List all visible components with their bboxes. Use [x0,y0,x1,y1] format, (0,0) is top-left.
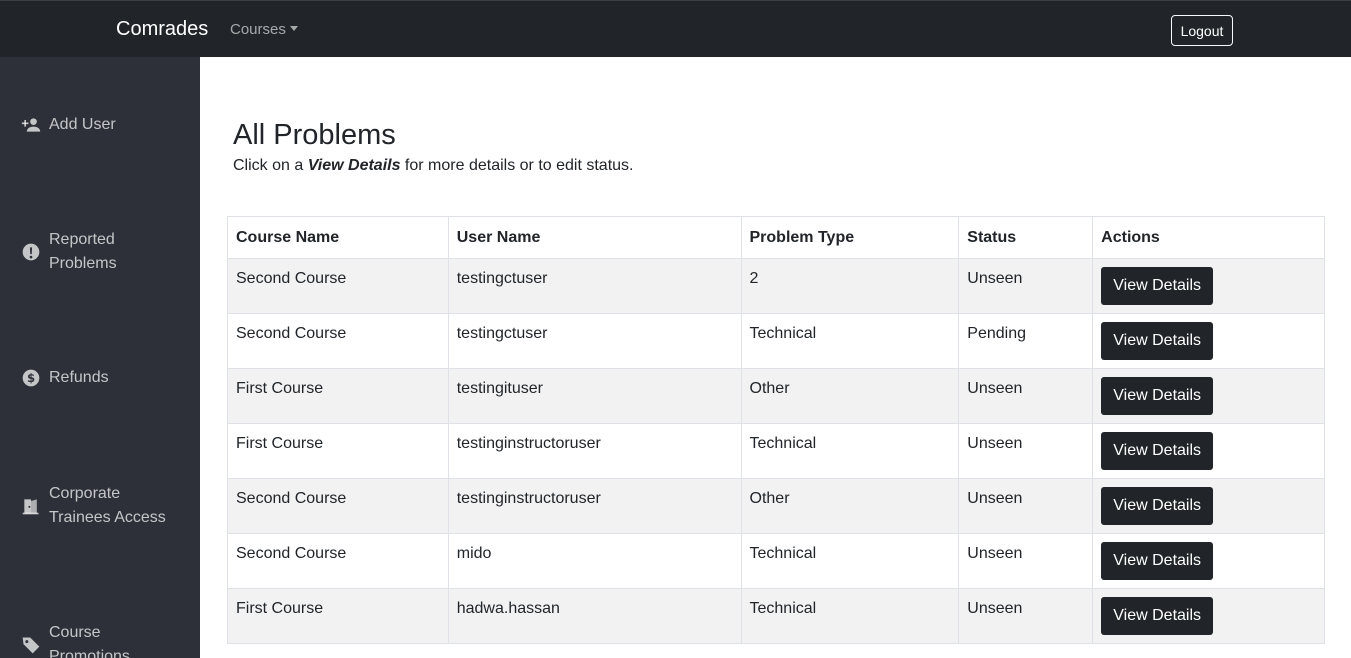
table-row: Second Course mido Technical Unseen View… [227,533,1325,589]
page-title: All Problems [233,119,396,151]
user-name-cell: testingituser [447,368,742,424]
tag-icon [20,634,42,656]
actions-cell: View Details [1092,423,1325,479]
sidebar-item-add-user[interactable]: Add User [20,113,190,137]
column-header-user-name: User Name [447,216,742,259]
user-name-cell: testinginstructoruser [447,478,742,534]
view-details-button[interactable]: View Details [1101,377,1214,415]
subtitle-suffix: for more details or to edit status. [400,157,634,174]
view-details-button[interactable]: View Details [1101,487,1214,525]
actions-cell: View Details [1092,368,1325,424]
actions-cell: View Details [1092,313,1325,369]
view-details-button[interactable]: View Details [1101,597,1214,635]
table-row: Second Course testinginstructoruser Othe… [227,478,1325,534]
actions-cell: View Details [1092,588,1325,644]
sidebar-item-label: Refunds [49,369,109,386]
sidebar-item-reported-problems[interactable]: Reported Problems [20,228,190,276]
alert-circle-icon [20,241,42,263]
user-name-cell: hadwa.hassan [447,588,742,644]
course-name-cell: First Course [227,588,449,644]
door-open-icon [20,495,42,517]
status-cell: Unseen [958,478,1094,534]
sidebar-item-label: Add User [49,116,116,133]
view-details-button[interactable]: View Details [1101,267,1214,305]
problem-type-cell: Other [740,478,960,534]
problem-type-cell: 2 [740,258,960,314]
actions-cell: View Details [1092,533,1325,589]
column-header-status: Status [958,216,1094,259]
user-name-cell: mido [447,533,742,589]
column-header-problem-type: Problem Type [740,216,960,259]
add-user-icon [20,114,42,136]
svg-text:$: $ [27,371,35,385]
status-cell: Unseen [958,423,1094,479]
course-name-cell: Second Course [227,258,449,314]
view-details-button[interactable]: View Details [1101,322,1214,360]
subtitle-emphasis: View Details [307,157,401,174]
course-name-cell: First Course [227,423,449,479]
course-name-cell: Second Course [227,478,449,534]
courses-dropdown[interactable]: Courses [230,21,298,38]
sidebar-item-corporate-trainees-access[interactable]: Corporate Trainees Access [20,482,190,530]
status-cell: Unseen [958,533,1094,589]
page-subtitle: Click on a View Details for more details… [233,157,633,175]
sidebar-item-label: Course Promotions [49,624,130,658]
course-name-cell: Second Course [227,313,449,369]
course-name-cell: First Course [227,368,449,424]
sidebar-item-label: Reported Problems [49,231,117,272]
status-cell: Unseen [958,258,1094,314]
actions-cell: View Details [1092,258,1325,314]
user-name-cell: testinginstructoruser [447,423,742,479]
problem-type-cell: Other [740,368,960,424]
table-row: First Course testinginstructoruser Techn… [227,423,1325,479]
view-details-button[interactable]: View Details [1101,542,1214,580]
sidebar-item-label: Corporate Trainees Access [49,485,166,526]
status-cell: Unseen [958,368,1094,424]
actions-cell: View Details [1092,478,1325,534]
problem-type-cell: Technical [740,533,960,589]
sidebar-item-refunds[interactable]: $ Refunds [20,366,190,390]
dollar-circle-icon: $ [20,367,42,389]
logout-button[interactable]: Logout [1171,15,1233,46]
status-cell: Unseen [958,588,1094,644]
column-header-course-name: Course Name [227,216,449,259]
course-name-cell: Second Course [227,533,449,589]
view-details-button[interactable]: View Details [1101,432,1214,470]
top-navbar: Comrades Courses Logout [0,0,1351,57]
sidebar-item-course-promotions[interactable]: Course Promotions [20,621,190,658]
table-row: Second Course testingctuser Technical Pe… [227,313,1325,369]
status-cell: Pending [958,313,1094,369]
problem-type-cell: Technical [740,313,960,369]
subtitle-prefix: Click on a [233,157,308,174]
table-row: Second Course testingctuser 2 Unseen Vie… [227,258,1325,314]
problem-type-cell: Technical [740,423,960,479]
problem-type-cell: Technical [740,588,960,644]
user-name-cell: testingctuser [447,258,742,314]
brand-logo[interactable]: Comrades [116,18,208,41]
courses-dropdown-label: Courses [230,21,286,38]
column-header-actions: Actions [1092,216,1325,259]
problems-table: Course Name User Name Problem Type Statu… [227,216,1325,644]
caret-down-icon [289,26,298,31]
table-row: First Course testingituser Other Unseen … [227,368,1325,424]
sidebar: Add User Reported Problems $ Refunds Cor… [0,57,200,658]
table-row: First Course hadwa.hassan Technical Unse… [227,588,1325,644]
user-name-cell: testingctuser [447,313,742,369]
table-header-row: Course Name User Name Problem Type Statu… [227,216,1325,259]
